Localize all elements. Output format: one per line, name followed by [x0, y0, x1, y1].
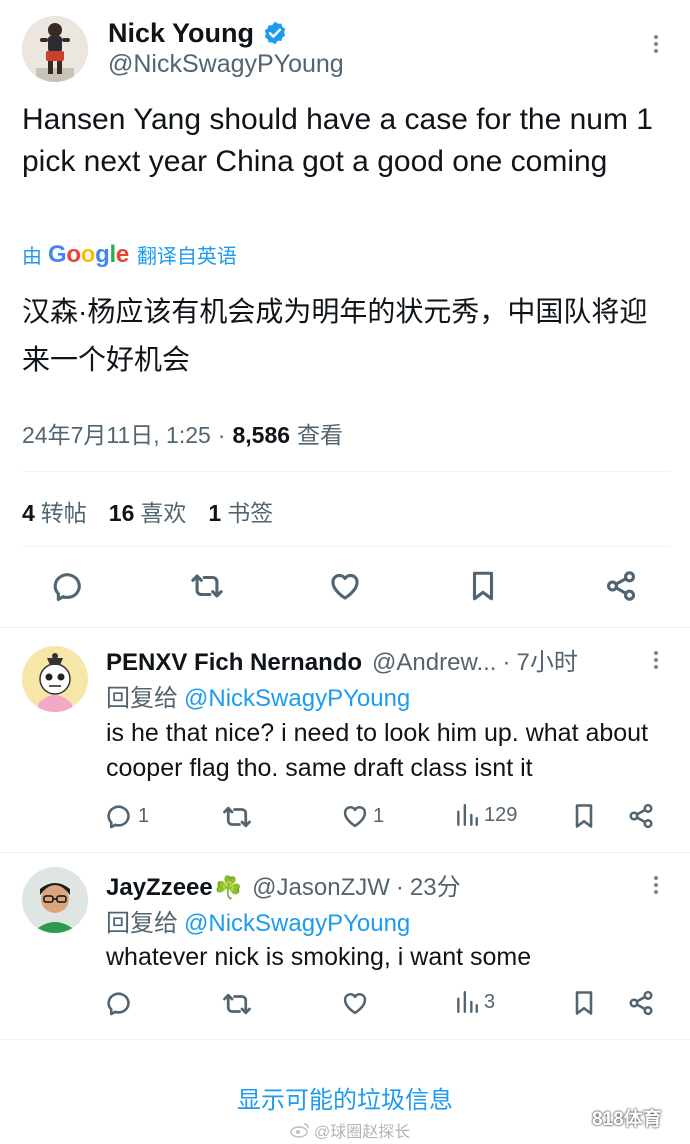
share-icon [606, 571, 636, 601]
retweet-button[interactable] [222, 802, 252, 832]
share-icon [629, 990, 653, 1016]
tweet-action-bar [0, 566, 690, 610]
translation-prefix: 由 [22, 246, 42, 268]
translation-suffix: 翻译自英语 [136, 246, 237, 268]
reply-action-bar: 1 1 129 [0, 802, 690, 836]
replying-to: 回复给 @NickSwagyPYoung [106, 903, 410, 938]
likes-stat[interactable]: 16 喜欢 [109, 494, 187, 528]
reply-time[interactable]: 7小时 [516, 642, 577, 677]
avatar-image [22, 867, 88, 933]
shamrock-emoji: ☘️ [214, 875, 243, 900]
bookmark-button[interactable] [570, 802, 598, 830]
like-button[interactable] [341, 989, 369, 1017]
avatar-image [22, 646, 88, 712]
divider [22, 471, 670, 472]
tweet-stats: 4 转帖 16 喜欢 1 书签 [22, 494, 273, 528]
bookmark-button[interactable] [463, 566, 503, 606]
watermark-weibo: @球圈赵探长 [290, 1118, 410, 1142]
tweet-date[interactable]: 24年7月11日, 1:25 [22, 416, 211, 450]
reply-button[interactable] [106, 989, 134, 1017]
divider [0, 1039, 690, 1040]
reply-to-label: 回复给 [106, 685, 178, 712]
reply-tweet[interactable]: JayZzeee ☘️ @JasonZJW · 23分 回复给 @NickSwag… [0, 853, 690, 1039]
reply-to-handle[interactable]: @NickSwagyPYoung [184, 685, 410, 712]
reply-header: JayZzeee ☘️ @JasonZJW · 23分 [106, 867, 461, 902]
reply-author-handle[interactable]: @JasonZJW [252, 874, 390, 902]
share-button[interactable] [627, 989, 655, 1017]
views-count: 8,586 [232, 422, 291, 448]
more-options-icon[interactable] [652, 873, 660, 897]
translation-attribution[interactable]: 由 Google 翻译自英语 [22, 240, 237, 269]
like-button[interactable] [325, 566, 365, 606]
reply-header: PENXV Fich Nernando @Andrew... · 7小时 [106, 642, 578, 677]
heart-icon [343, 992, 367, 1015]
retweet-button[interactable] [187, 566, 227, 606]
meta-separator: · [395, 874, 404, 901]
author-handle[interactable]: @NickSwagyPYoung [108, 50, 344, 79]
like-button[interactable]: 1 [341, 802, 384, 830]
bookmark-icon [575, 991, 593, 1015]
views-label: 查看 [297, 422, 344, 448]
view-count: 129 [484, 803, 518, 826]
google-logo: Google [48, 240, 129, 268]
bar-chart-icon [457, 804, 478, 826]
bookmarks-stat[interactable]: 1 书签 [208, 494, 273, 528]
bar-chart-icon [457, 991, 478, 1013]
retweet-icon [191, 574, 223, 598]
reply-action-bar: 3 [0, 989, 690, 1023]
view-count: 3 [484, 990, 496, 1013]
heart-icon [331, 573, 359, 600]
replying-to: 回复给 @NickSwagyPYoung [106, 678, 410, 713]
reply-author-avatar[interactable] [22, 646, 88, 712]
heart-icon [343, 805, 367, 828]
bookmark-icon [472, 571, 494, 601]
reply-tweet[interactable]: PENXV Fich Nernando @Andrew... · 7小时 回复给… [0, 628, 690, 852]
reply-icon [107, 992, 130, 1016]
tweet-meta: 24年7月11日, 1:25 · 8,586 查看 [22, 416, 343, 450]
weibo-icon [290, 1123, 309, 1138]
retweet-button[interactable] [222, 989, 252, 1019]
reply-button[interactable] [49, 566, 89, 606]
reply-icon [53, 573, 81, 602]
reply-author-handle[interactable]: @Andrew... [372, 649, 496, 677]
retweet-icon [223, 806, 251, 828]
more-options-icon[interactable] [652, 32, 660, 56]
reply-to-label: 回复给 [106, 910, 178, 937]
watermark-818: 818体育 [592, 1109, 662, 1130]
show-spam-link[interactable]: 显示可能的垃圾信息 [0, 1080, 690, 1115]
share-icon [629, 803, 653, 829]
author-name[interactable]: Nick Young [108, 18, 254, 49]
reply-author-name[interactable]: PENXV Fich Nernando [106, 649, 362, 677]
translated-text: 汉森·杨应该有机会成为明年的状元秀，中国队将迎来一个好机会 [22, 296, 648, 375]
retweets-stat[interactable]: 4 转帖 [22, 494, 87, 528]
bookmark-icon [575, 804, 593, 828]
divider [22, 546, 670, 547]
reply-text: whatever nick is smoking, i want some [106, 943, 532, 971]
watermark-left-text: @球圈赵探长 [314, 1124, 411, 1141]
reply-time[interactable]: 23分 [410, 867, 461, 902]
reply-text: is he that nice? i need to look him up. … [106, 719, 649, 782]
views-button[interactable]: 129 [454, 802, 517, 828]
main-tweet: Nick Young @NickSwagyPYoung Hansen Yang … [0, 0, 690, 628]
reply-to-handle[interactable]: @NickSwagyPYoung [184, 910, 410, 937]
meta-separator: · [217, 422, 226, 448]
views-button[interactable]: 3 [454, 989, 495, 1015]
reply-icon [107, 805, 130, 829]
reply-author-avatar[interactable] [22, 867, 88, 933]
more-options-icon[interactable] [652, 648, 660, 672]
share-button[interactable] [601, 566, 641, 606]
reply-count: 1 [138, 804, 150, 827]
reply-author-name[interactable]: JayZzeee [106, 874, 213, 902]
author-avatar[interactable] [22, 16, 88, 82]
tweet-text: Hansen Yang should have a case for the n… [22, 103, 653, 178]
share-button[interactable] [627, 802, 655, 830]
verified-badge-icon [264, 21, 286, 45]
avatar-image [22, 16, 88, 82]
like-count: 1 [373, 804, 385, 827]
retweet-icon [223, 993, 251, 1015]
author-name-row: Nick Young [108, 16, 288, 50]
reply-button[interactable]: 1 [106, 802, 149, 830]
bookmark-button[interactable] [570, 989, 598, 1017]
meta-separator: · [502, 649, 511, 676]
